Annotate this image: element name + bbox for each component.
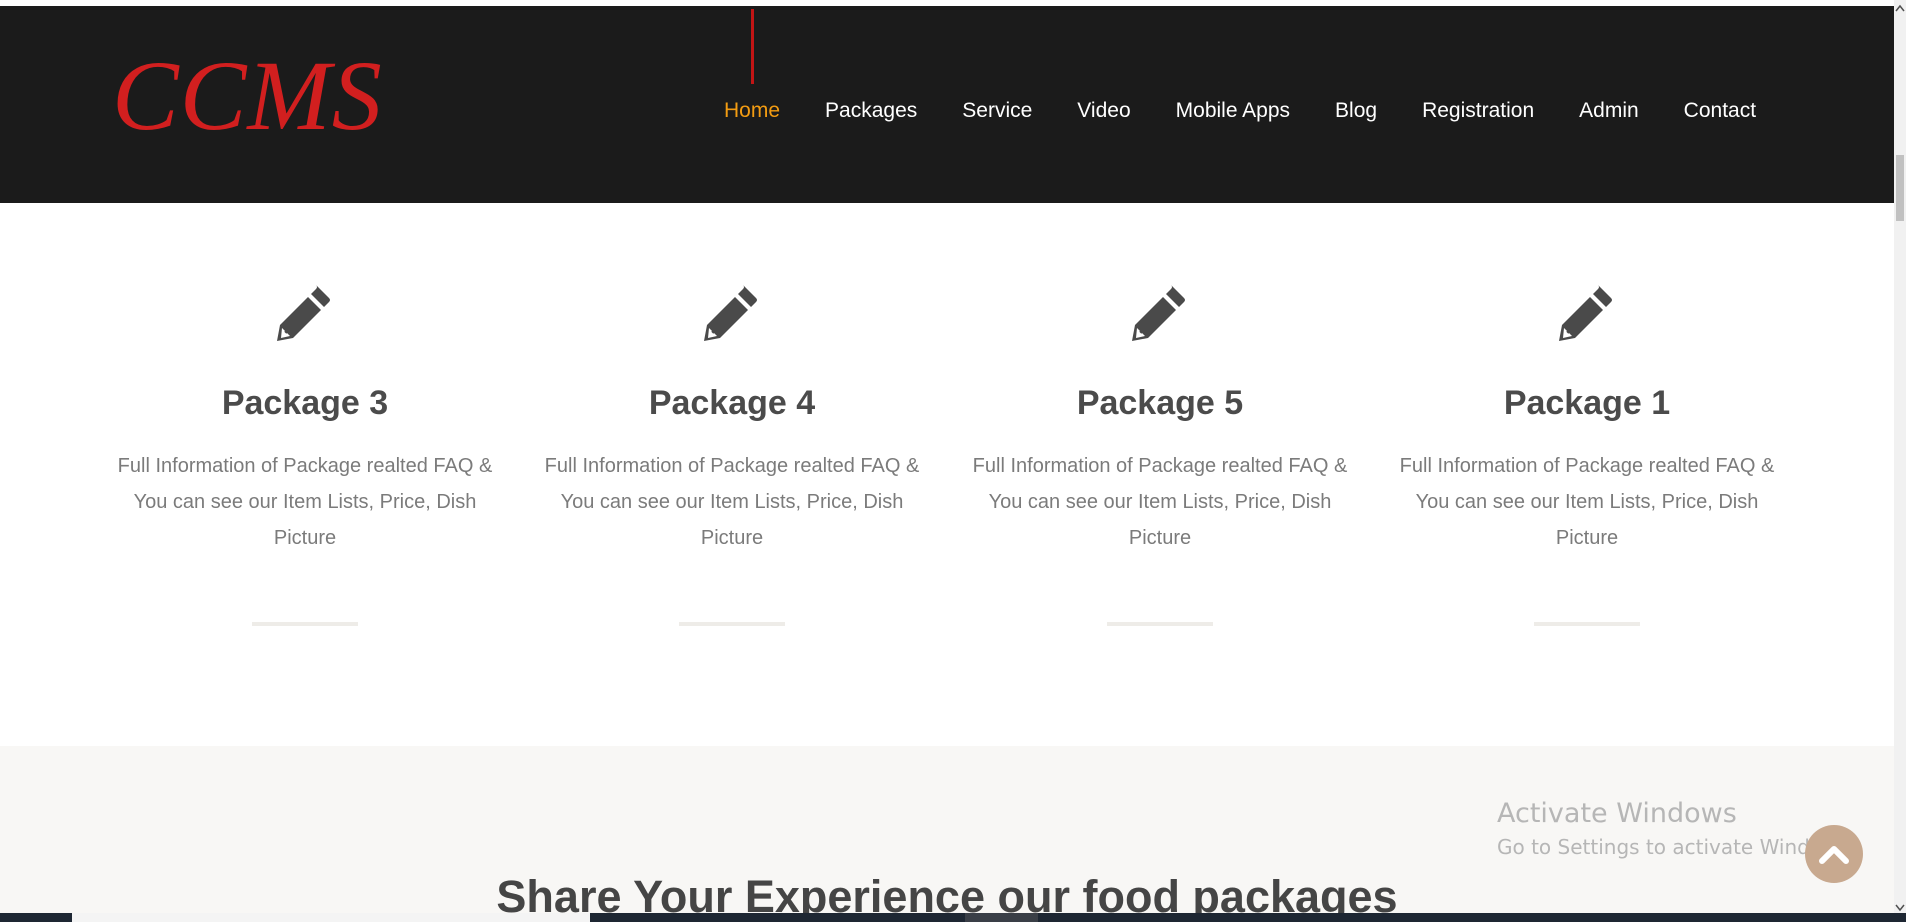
package-divider	[679, 622, 785, 626]
package-title: Package 3	[221, 384, 389, 422]
page-scrollbar[interactable]	[1894, 0, 1906, 922]
nav-active-indicator	[751, 9, 754, 84]
packages-section: Package 3 Full Information of Package re…	[0, 203, 1894, 746]
package-divider	[1534, 622, 1640, 626]
package-title: Package 5	[1076, 384, 1244, 422]
pencil-icon	[1132, 285, 1185, 341]
nav-item-registration[interactable]: Registration	[1422, 99, 1534, 123]
scroll-up-arrow-icon[interactable]	[1894, 0, 1906, 16]
nav-item-mobile-apps[interactable]: Mobile Apps	[1176, 99, 1290, 123]
package-description: Full Information of Package realted FAQ …	[972, 455, 1348, 549]
package-title: Package 4	[648, 384, 816, 422]
package-divider	[1107, 622, 1213, 626]
scrollbar-thumb[interactable]	[1896, 155, 1904, 221]
watermark-subtitle: Go to Settings to activate Windows.	[1497, 835, 1856, 860]
nav-item-service[interactable]: Service	[962, 99, 1032, 123]
site-logo[interactable]: CCMS	[112, 46, 383, 146]
pencil-icon	[277, 285, 330, 341]
package-divider	[252, 622, 358, 626]
site-header: CCMS Home Packages Service Video Mobile …	[0, 6, 1894, 203]
taskbar-segment	[965, 913, 1038, 922]
nav-item-admin[interactable]: Admin	[1579, 99, 1639, 123]
nav-item-video[interactable]: Video	[1077, 99, 1130, 123]
package-card: Package 4 Full Information of Package re…	[532, 281, 932, 626]
page: CCMS Home Packages Service Video Mobile …	[0, 0, 1906, 922]
activate-windows-watermark: Activate Windows Go to Settings to activ…	[1497, 798, 1855, 860]
pencil-icon	[1559, 285, 1612, 341]
nav-item-blog[interactable]: Blog	[1335, 99, 1377, 123]
watermark-title: Activate Windows	[1497, 798, 1737, 829]
package-description: Full Information of Package realted FAQ …	[544, 455, 920, 549]
taskbar-strip	[0, 913, 1906, 922]
package-card: Package 1 Full Information of Package re…	[1387, 281, 1787, 626]
nav-item-packages[interactable]: Packages	[825, 99, 917, 123]
nav-item-contact[interactable]: Contact	[1684, 99, 1756, 123]
package-card: Package 5 Full Information of Package re…	[960, 281, 1360, 626]
main-nav: Home Packages Service Video Mobile Apps …	[724, 94, 1801, 128]
package-description: Full Information of Package realted FAQ …	[1399, 455, 1775, 549]
taskbar-segment	[72, 913, 590, 922]
pencil-icon	[704, 285, 757, 341]
chevron-up-icon	[1819, 846, 1849, 864]
package-card: Package 3 Full Information of Package re…	[105, 281, 505, 626]
nav-item-home[interactable]: Home	[724, 99, 780, 123]
package-title: Package 1	[1503, 384, 1671, 422]
package-description: Full Information of Package realted FAQ …	[117, 455, 493, 549]
scroll-to-top-button[interactable]	[1805, 825, 1863, 883]
